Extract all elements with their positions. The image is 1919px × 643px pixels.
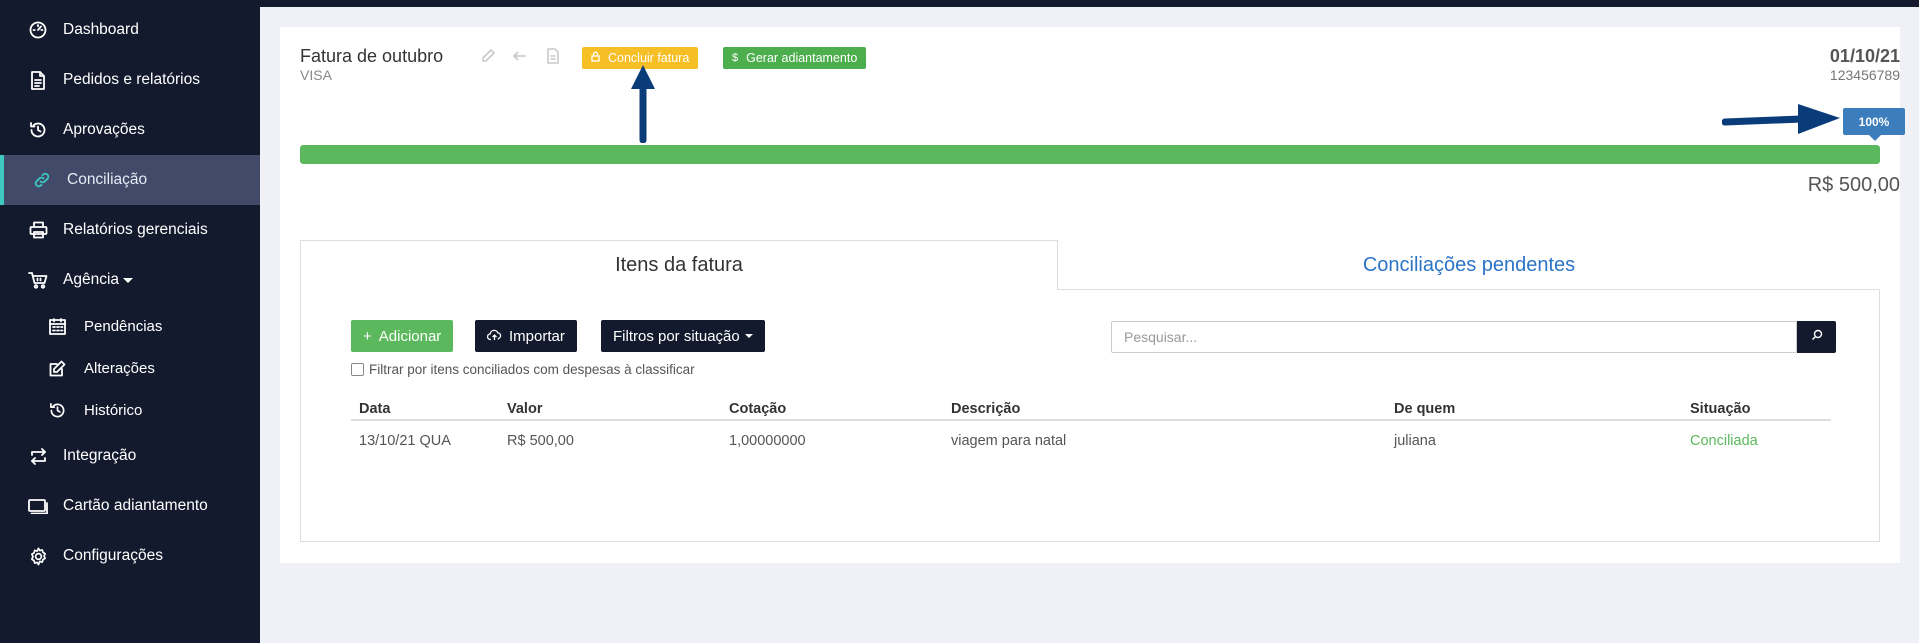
tab-conciliacoes-pendentes[interactable]: Conciliações pendentes (1058, 240, 1880, 290)
card-icon (28, 496, 48, 516)
sidebar-item-label: Conciliação (67, 171, 148, 188)
link-icon (32, 170, 52, 190)
column-header[interactable]: De quem (1394, 401, 1455, 417)
sidebar-item-relatorios[interactable]: Relatórios gerenciais (0, 205, 260, 255)
sidebar-item-dashboard[interactable]: Dashboard (0, 5, 260, 55)
pencil-icon[interactable] (480, 48, 496, 64)
sidebar-subitem-alteracoes[interactable]: Alterações (0, 347, 260, 389)
tab-itens-da-fatura[interactable]: Itens da fatura (300, 240, 1058, 290)
sidebar-item-configuracoes[interactable]: Configurações (0, 531, 260, 581)
reconciled-filter-label: Filtrar por itens conciliados com despes… (369, 362, 695, 377)
sidebar-item-label: Cartão adiantamento (63, 497, 208, 514)
sidebar-item-label: Relatórios gerenciais (63, 221, 208, 238)
sidebar-item-label: Integração (63, 447, 137, 464)
sidebar-item-label: Configurações (63, 547, 163, 564)
basket-icon (28, 270, 48, 290)
invoice-date: 01/10/21 (1829, 46, 1900, 66)
reconciled-filter: Filtrar por itens conciliados com despes… (351, 362, 695, 377)
sidebar-item-agencia[interactable]: Agência (0, 255, 260, 305)
printer-icon (28, 220, 48, 240)
generate-advance-label: Gerar adiantamento (746, 51, 858, 65)
search-button[interactable] (1797, 321, 1836, 353)
sidebar-item-integracao[interactable]: Integração (0, 431, 260, 481)
sidebar-item-pedidos[interactable]: Pedidos e relatórios (0, 55, 260, 105)
chevron-down-icon (123, 277, 134, 283)
column-header[interactable]: Data (359, 401, 390, 417)
sidebar-item-conciliacao[interactable]: Conciliação (0, 155, 260, 205)
column-header[interactable]: Valor (507, 401, 542, 417)
sidebar-subitem-label: Alterações (84, 359, 155, 377)
plus-icon: + (363, 327, 372, 345)
search-icon (1811, 328, 1823, 346)
cell-status: Conciliada (1690, 433, 1758, 449)
cell-rate: 1,00000000 (729, 433, 806, 449)
annotation-arrow-up (631, 65, 655, 143)
column-header[interactable]: Cotação (729, 401, 786, 417)
add-button[interactable]: + Adicionar (351, 320, 454, 352)
search-input[interactable] (1111, 321, 1797, 353)
cell-amount: R$ 500,00 (507, 433, 574, 449)
progress-bar-fill (300, 145, 1880, 164)
status-filter-dropdown[interactable]: Filtros por situação (601, 320, 765, 352)
sidebar-subitem-pendencias[interactable]: Pendências (0, 305, 260, 347)
generate-advance-button[interactable]: $ Gerar adiantamento (723, 47, 867, 69)
invoice-card: Fatura de outubro VISA Concluir fatura $… (280, 27, 1905, 563)
file-icon[interactable] (545, 48, 561, 64)
top-bar (260, 0, 1919, 7)
history-icon (48, 401, 66, 419)
column-header[interactable]: Descrição (951, 401, 1020, 417)
document-icon (28, 70, 48, 90)
gear-icon (28, 546, 48, 566)
sidebar-subitem-label: Histórico (84, 401, 143, 419)
sidebar-item-aprovacoes[interactable]: Aprovações (0, 105, 260, 155)
invoice-number: 123456789 (1829, 67, 1900, 83)
import-button[interactable]: Importar (475, 320, 577, 352)
progress-bar (300, 145, 1880, 164)
sidebar-item-cartao[interactable]: Cartão adiantamento (0, 481, 260, 531)
cell-date: 13/10/21 QUA (359, 433, 451, 449)
sidebar: Dashboard Pedidos e relatórios Aprovaçõe… (0, 0, 260, 643)
progress-tooltip: 100% (1843, 108, 1905, 141)
cell-owner: juliana (1394, 433, 1436, 449)
sidebar-item-label: Aprovações (63, 121, 145, 138)
add-label: Adicionar (378, 327, 442, 345)
tab-panel: + Adicionar Importar Filtros por situaçã… (300, 289, 1880, 542)
history-icon (28, 120, 48, 140)
invoice-title: Fatura de outubro (300, 46, 444, 66)
dollar-icon: $ (732, 52, 739, 64)
cloud-upload-icon (486, 328, 502, 345)
invoice-total: R$ 500,00 (1807, 174, 1900, 196)
calendar-icon (48, 317, 66, 335)
sidebar-item-label: Dashboard (63, 21, 139, 38)
caret-down-icon (744, 334, 753, 338)
reconciled-filter-checkbox[interactable] (351, 363, 364, 376)
import-label: Importar (509, 327, 565, 345)
sync-icon (28, 446, 48, 466)
status-filter-label: Filtros por situação (613, 327, 740, 345)
dashboard-icon (28, 20, 48, 40)
annotation-arrow-right (1722, 104, 1840, 134)
table-row[interactable]: 13/10/21 QUA R$ 500,00 1,00000000 viagem… (351, 423, 1831, 459)
sidebar-item-label: Pedidos e relatórios (63, 71, 200, 88)
card-brand: VISA (300, 67, 332, 83)
column-header[interactable]: Situação (1690, 401, 1750, 417)
edit-icon (48, 359, 66, 377)
sidebar-item-label: Agência (63, 271, 120, 288)
lock-icon (591, 51, 600, 65)
sidebar-subitem-label: Pendências (84, 317, 163, 335)
table-header: Data Valor Cotação Descrição De quem Sit… (351, 393, 1831, 421)
arrow-left-icon[interactable] (512, 48, 528, 64)
cell-description: viagem para natal (951, 433, 1067, 449)
sidebar-subitem-historico[interactable]: Histórico (0, 389, 260, 431)
